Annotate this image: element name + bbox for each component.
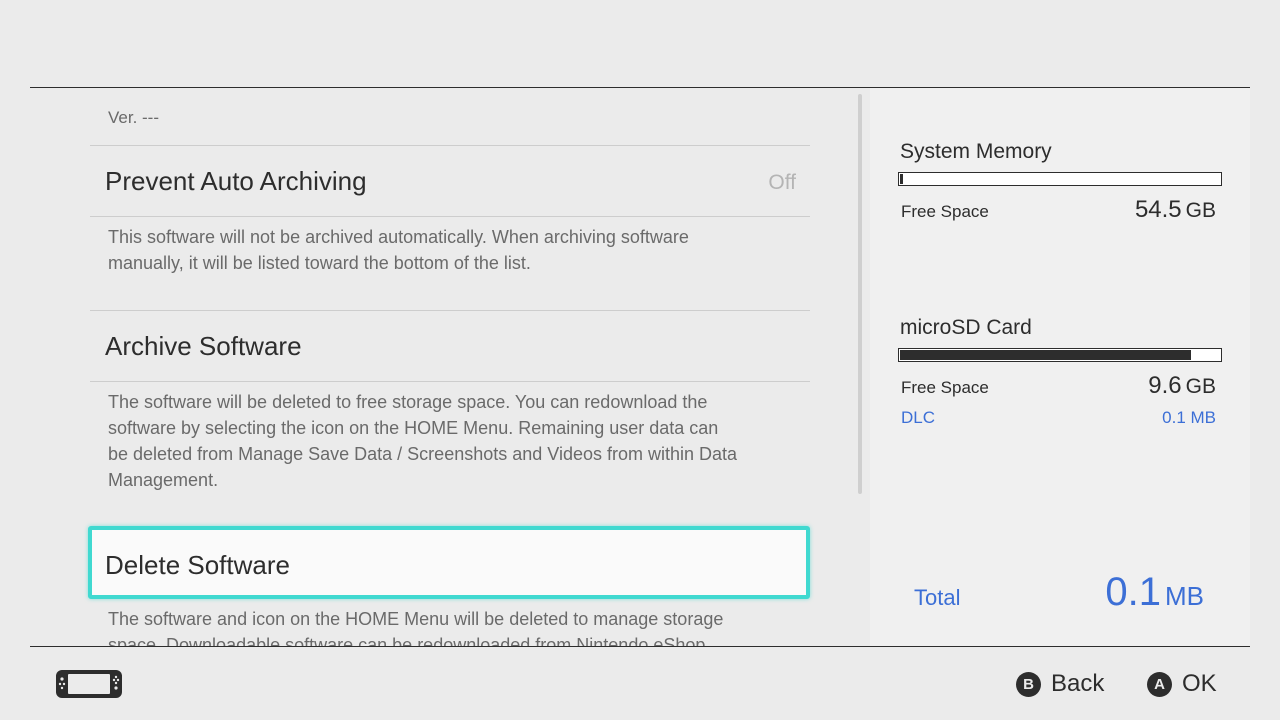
list-divider — [90, 145, 810, 146]
system-memory-bar-fill — [900, 174, 903, 184]
list-divider — [90, 310, 810, 311]
option-description: This software will not be archived autom… — [108, 224, 798, 276]
microsd-bar — [898, 348, 1222, 362]
total-value: 0.1 MB — [1105, 570, 1204, 615]
list-divider — [90, 216, 810, 217]
description-line: be deleted from Manage Save Data / Scree… — [108, 444, 738, 464]
description-line: This software will not be archived autom… — [108, 227, 689, 247]
list-scrollbar[interactable] — [858, 94, 862, 494]
a-button-icon: A — [1147, 671, 1172, 697]
microsd-bar-fill — [900, 350, 1191, 360]
description-line: manually, it will be listed toward the b… — [108, 253, 531, 273]
dlc-label: DLC — [901, 408, 936, 427]
description-line: The software and icon on the HOME Menu w… — [108, 609, 724, 629]
description-line: software by selecting the icon on the HO… — [108, 418, 719, 438]
description-line: The software will be deleted to free sto… — [108, 392, 708, 412]
version-label: Ver. --- — [108, 108, 160, 127]
option-description: The software will be deleted to free sto… — [108, 389, 798, 493]
back-label: Back — [1051, 670, 1105, 697]
back-button[interactable]: B Back — [1016, 670, 1104, 698]
list-divider — [90, 381, 810, 382]
description-line: Management. — [108, 470, 219, 490]
free-value-unit: GB — [1185, 199, 1216, 222]
b-button-icon: B — [1016, 671, 1041, 697]
microsd-title: microSD Card — [900, 316, 1032, 339]
total-unit: MB — [1165, 581, 1204, 611]
option-value: Off — [768, 171, 796, 194]
free-value-number: 54.5 — [1134, 196, 1182, 223]
microsd-free-value: 9.6 GB — [1148, 372, 1216, 400]
option-title: Delete Software — [105, 550, 290, 580]
software-options-screen: Ver. --- Prevent Auto Archiving Off This… — [0, 0, 1280, 720]
system-memory-free-label: Free Space — [901, 202, 989, 221]
switch-console-icon — [56, 670, 122, 698]
option-title: Prevent Auto Archiving — [105, 166, 367, 196]
free-value-number: 9.6 — [1148, 372, 1182, 399]
system-memory-free-value: 54.5 GB — [1135, 196, 1216, 224]
dlc-value: 0.1 MB — [1162, 408, 1216, 427]
option-description: The software and icon on the HOME Menu w… — [108, 606, 798, 646]
system-memory-title: System Memory — [900, 140, 1052, 163]
free-value-unit: GB — [1185, 375, 1216, 398]
option-delete-software[interactable]: Delete Software — [88, 526, 810, 599]
description-line: space. Downloadable software can be redo… — [108, 635, 711, 646]
total-number: 0.1 — [1105, 570, 1161, 614]
total-label: Total — [914, 585, 961, 610]
storage-panel: System Memory Free Space 54.5 GB microSD … — [870, 88, 1250, 646]
bottom-divider — [30, 646, 1250, 647]
microsd-free-label: Free Space — [901, 378, 989, 397]
option-title: Archive Software — [105, 331, 302, 361]
options-list[interactable]: Ver. --- Prevent Auto Archiving Off This… — [0, 88, 866, 646]
ok-label: OK — [1182, 670, 1217, 697]
system-memory-bar — [898, 172, 1222, 186]
ok-button[interactable]: A OK — [1147, 670, 1217, 698]
